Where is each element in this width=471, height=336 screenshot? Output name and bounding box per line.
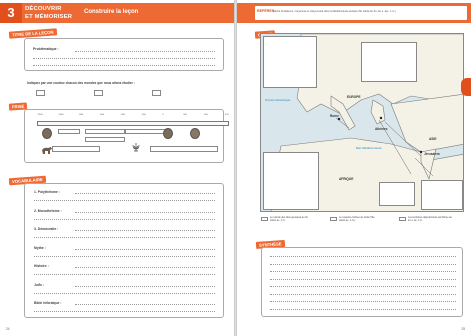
header-title-line1: DÉCOUVRIR xyxy=(25,6,62,12)
frise-tick-label: -1200 xyxy=(37,114,43,116)
answer-line[interactable] xyxy=(270,293,456,295)
legend-text: Le monde des cités grecques au Ve siècle… xyxy=(270,216,309,222)
map-answer-box[interactable] xyxy=(421,180,463,210)
color-box-grec[interactable] xyxy=(36,90,45,96)
left-page: 3 DÉCOUVRIR ET MÉMORISER Construire la l… xyxy=(0,0,234,336)
page-number: 25 xyxy=(461,327,465,331)
menorah-icon xyxy=(132,143,140,152)
frise-bar xyxy=(37,121,229,126)
answer-line[interactable] xyxy=(75,211,215,213)
answer-line[interactable] xyxy=(75,51,215,52)
vocab-term: Histoire : xyxy=(34,264,49,268)
frise-tick-label: -400 xyxy=(120,114,125,116)
answer-line[interactable] xyxy=(75,304,215,305)
answer-line[interactable] xyxy=(270,256,456,257)
frise-tick-label: -200 xyxy=(141,114,146,116)
frise-slot[interactable] xyxy=(150,146,218,152)
frise-ticks: -1200 -1000 -800 -600 -400 -200 0 200 400 476 xyxy=(37,114,229,119)
portrait-image xyxy=(42,128,52,139)
chapter-number: 3 xyxy=(0,3,22,23)
answer-line[interactable] xyxy=(270,301,456,302)
problematique-label: Problématique : xyxy=(33,47,59,51)
map-label-rome: Rome xyxy=(330,114,339,118)
frise-slot[interactable] xyxy=(58,129,80,134)
legend-text: Les territoires déjà dominés par Rome au… xyxy=(408,216,452,222)
frise-slot[interactable] xyxy=(85,129,125,134)
map: EUROPE Rome Athènes ASIE Jérusalem AFRIQ… xyxy=(260,33,464,212)
vocab-term: 1. Polythéisme : xyxy=(34,190,60,194)
map-label-afrique: AFRIQUE xyxy=(339,177,354,181)
right-page: REPÈRES Récits fondateurs, croyances et … xyxy=(237,0,471,336)
frise-tick-label: -600 xyxy=(99,114,105,116)
frise-slot[interactable] xyxy=(125,129,165,134)
frise-tick-label: 200 xyxy=(183,114,187,116)
map-label-asie: ASIE xyxy=(429,137,437,141)
answer-line[interactable] xyxy=(34,218,215,220)
answer-line[interactable] xyxy=(75,248,215,250)
vocab-term: 2. Monothéisme : xyxy=(34,208,62,213)
frise-tick-label: 0 xyxy=(162,114,164,116)
answer-line[interactable] xyxy=(34,200,215,201)
answer-line[interactable] xyxy=(270,271,456,272)
answer-line[interactable] xyxy=(34,255,215,257)
map-label-athenes: Athènes xyxy=(375,127,388,131)
vocab-term: 3. Démocratie : xyxy=(34,227,59,231)
answer-line[interactable] xyxy=(270,278,456,280)
header-band: 3 DÉCOUVRIR ET MÉMORISER Construire la l… xyxy=(0,3,234,23)
map-label-europe: EUROPE xyxy=(347,95,361,99)
answer-line[interactable] xyxy=(33,58,215,59)
frise-tick-label: 400 xyxy=(204,114,208,116)
header-band-right: REPÈRES Récits fondateurs, croyances et … xyxy=(237,3,471,23)
answer-line[interactable] xyxy=(33,65,215,66)
answer-line[interactable] xyxy=(270,286,456,287)
answer-line[interactable] xyxy=(75,267,215,268)
map-answer-box[interactable] xyxy=(263,152,319,210)
answer-line[interactable] xyxy=(34,237,215,238)
sea-label-med: Mer Méditerranée xyxy=(356,146,382,150)
frise-tick-label: 476 xyxy=(225,114,229,116)
legend-color-box[interactable] xyxy=(261,217,268,221)
vocab-term: Juifs : xyxy=(34,282,44,287)
answer-line[interactable] xyxy=(75,193,215,194)
side-tab xyxy=(461,78,471,96)
map-label-jerusalem: Jérusalem xyxy=(424,152,440,156)
header-title-line2: ET MÉMORISER xyxy=(25,14,73,20)
answer-line[interactable] xyxy=(270,263,456,265)
answer-line[interactable] xyxy=(34,292,215,294)
page-number: 24 xyxy=(6,327,10,331)
color-box-hebreu[interactable] xyxy=(94,90,103,96)
vocab-box: 1. Polythéisme : 2. Monothéisme : 3. Démoc… xyxy=(24,183,224,318)
map-answer-box[interactable] xyxy=(263,36,317,88)
objective-tag: REPÈRES xyxy=(257,9,275,13)
map-answer-box[interactable] xyxy=(361,42,417,82)
synthese-box xyxy=(261,247,463,317)
vocab-term: Mythe : xyxy=(34,245,46,250)
answer-line[interactable] xyxy=(270,308,456,310)
frise-tick-label: -800 xyxy=(78,114,84,116)
consigne-text: Indiquez par une couleur chacun des mond… xyxy=(27,81,135,85)
frise-slot[interactable] xyxy=(85,137,125,142)
frise-box: -1200 -1000 -800 -600 -400 -200 0 200 400 476 xyxy=(24,109,229,163)
color-box-romain[interactable] xyxy=(152,90,161,96)
answer-line[interactable] xyxy=(34,274,215,275)
she-wolf-icon xyxy=(42,147,52,154)
legend-color-box[interactable] xyxy=(330,217,337,221)
legend-text: Le royaume hébreu de Juda (VIIe siècle a… xyxy=(339,216,375,222)
portrait-image xyxy=(190,128,200,139)
sea-label-atlantic: Océan Atlantique xyxy=(265,98,291,102)
answer-line[interactable] xyxy=(75,230,215,231)
frise-tick-label: -1000 xyxy=(57,114,64,116)
answer-line[interactable] xyxy=(34,311,215,312)
legend-color-box[interactable] xyxy=(399,217,406,221)
frise-slot[interactable] xyxy=(52,146,100,152)
vocab-term: Bible hébraïque : xyxy=(34,301,62,305)
objective-box: REPÈRES Récits fondateurs, croyances et … xyxy=(255,6,467,20)
portrait-image xyxy=(163,128,173,139)
answer-line[interactable] xyxy=(75,285,215,287)
objective-text: Récits fondateurs, croyances et citoyenn… xyxy=(273,10,396,13)
map-answer-box[interactable] xyxy=(379,182,415,206)
header-subtitle: Construire la leçon xyxy=(84,9,139,15)
lecon-box: Problématique : xyxy=(24,38,224,71)
